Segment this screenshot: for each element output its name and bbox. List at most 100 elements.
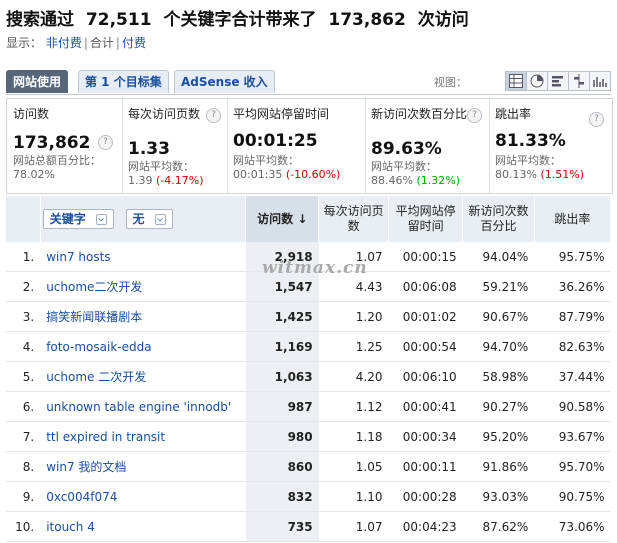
time-value: 00:00:54 bbox=[388, 331, 463, 362]
new-visits-value: 58.98% bbox=[462, 361, 535, 392]
col-pages-per-visit[interactable]: 每次访问页数 bbox=[318, 196, 390, 242]
col-new-visits-pct[interactable]: 新访问次数百分比 bbox=[462, 196, 535, 242]
col-visits[interactable]: 访问数 ↓ bbox=[245, 196, 320, 242]
keyword-link[interactable]: itouch 4 bbox=[46, 520, 95, 534]
row-index: 6. bbox=[6, 391, 41, 422]
summary-label: 平均网站停留时间 bbox=[233, 107, 330, 121]
summary-sub-delta: (1.32%) bbox=[416, 174, 460, 187]
new-visits-value: 94.70% bbox=[462, 331, 535, 362]
help-icon[interactable]: ? bbox=[589, 112, 604, 127]
dimension-label: 关键字 bbox=[49, 212, 86, 226]
new-visits-value: 59.21% bbox=[462, 271, 535, 302]
summary-sub-label: 网站平均数： bbox=[371, 160, 437, 173]
tabs-bar: 网站使用 第 1 个目标集 AdSense 收入 视图： bbox=[6, 68, 611, 95]
visits-value: 1,063 bbox=[245, 361, 319, 392]
help-icon[interactable]: ? bbox=[206, 108, 221, 123]
dimension-dropdown[interactable]: 关键字 ⌵ bbox=[42, 209, 114, 229]
pages-value: 1.20 bbox=[318, 301, 389, 332]
display-filter: 显示： 非付费 | 合计 | 付费 bbox=[6, 36, 146, 50]
display-label: 显示： bbox=[6, 36, 43, 50]
table-row: 3. 搞笑新闻联播剧本 1,425 1.20 00:01:02 90.67% 87.79% bbox=[6, 301, 611, 332]
summary-value: 173,862 bbox=[13, 133, 91, 153]
tab-goal-set-1[interactable]: 第 1 个目标集 bbox=[78, 70, 169, 93]
row-index: 9. bbox=[6, 481, 41, 512]
keyword-link[interactable]: foto-mosaik-edda bbox=[46, 340, 151, 354]
summary-scorecard: 访问数 ? 173,862 网站总额百分比： 78.02% 每次访问页数 ? 1… bbox=[6, 98, 613, 194]
keywords-table: 关键字 ⌵ 无 ⌵ 访问数 ↓ 每次访问页数 平均网站停留时间 新访问次数百分比 跳… bbox=[6, 196, 612, 542]
summary-sub-label: 网站平均数： bbox=[128, 160, 194, 173]
summary-value: 89.63% bbox=[371, 139, 442, 159]
row-index: 3. bbox=[6, 301, 41, 332]
summary-sub-delta: (-10.60%) bbox=[285, 168, 341, 181]
pie-view-icon[interactable] bbox=[526, 71, 548, 91]
bounce-value: 90.58% bbox=[534, 391, 611, 422]
pages-value: 1.07 bbox=[318, 511, 389, 542]
pivot-view-icon[interactable] bbox=[589, 71, 611, 91]
compare-view-icon[interactable] bbox=[568, 71, 590, 91]
time-value: 00:00:11 bbox=[388, 451, 463, 482]
row-index: 8. bbox=[6, 451, 41, 482]
keyword-link[interactable]: 0xc004f074 bbox=[46, 490, 117, 504]
tab-adsense-revenue[interactable]: AdSense 收入 bbox=[174, 70, 275, 93]
time-value: 00:00:34 bbox=[388, 421, 463, 452]
table-row: 6. unknown table engine 'innodb' 987 1.12 00… bbox=[6, 391, 611, 422]
time-value: 00:00:41 bbox=[388, 391, 463, 422]
visits-value: 735 bbox=[245, 511, 319, 542]
chevron-down-icon: ⌵ bbox=[95, 214, 107, 225]
tab-site-usage[interactable]: 网站使用 bbox=[6, 70, 69, 93]
summary-visits: 访问数 ? 173,862 网站总额百分比： 78.02% bbox=[7, 99, 123, 193]
view-switcher bbox=[505, 71, 611, 91]
keyword-link[interactable]: uchome二次开发 bbox=[46, 280, 142, 294]
summary-label: 跳出率 bbox=[495, 107, 532, 121]
table-row: 8. win7 我的文档 860 1.05 00:00:11 91.86% 95.70% bbox=[6, 451, 611, 482]
row-index: 2. bbox=[6, 271, 41, 302]
summary-sub-base: 88.46% bbox=[371, 174, 413, 187]
col-bounce-rate[interactable]: 跳出率 bbox=[534, 196, 612, 242]
new-visits-value: 93.03% bbox=[462, 481, 535, 512]
watermark: witmax.cn bbox=[262, 258, 368, 278]
visits-value: 987 bbox=[245, 391, 319, 422]
new-visits-value: 87.62% bbox=[462, 511, 535, 542]
help-icon[interactable]: ? bbox=[467, 108, 482, 123]
bounce-value: 37.44% bbox=[534, 361, 611, 392]
col-avg-time[interactable]: 平均网站停留时间 bbox=[388, 196, 464, 242]
summary-value: 1.33 bbox=[128, 139, 170, 159]
new-visits-value: 95.20% bbox=[462, 421, 535, 452]
keyword-link[interactable]: win7 hosts bbox=[46, 250, 110, 264]
summary-sub-label: 网站平均数： bbox=[495, 154, 561, 167]
pages-value: 1.12 bbox=[318, 391, 389, 422]
pages-value: 1.05 bbox=[318, 451, 389, 482]
filter-paid-link[interactable]: 付费 bbox=[122, 36, 146, 50]
filter-nonpaid-link[interactable]: 非付费 bbox=[46, 36, 82, 50]
row-index: 10. bbox=[6, 511, 41, 542]
pages-value: 1.10 bbox=[318, 481, 389, 512]
visits-value: 980 bbox=[245, 421, 319, 452]
summary-new-visits-pct: 新访问次数百分比 ? 89.63% 网站平均数： 88.46% (1.32%) bbox=[365, 99, 490, 193]
pages-value: 1.25 bbox=[318, 331, 389, 362]
bounce-value: 93.67% bbox=[534, 421, 611, 452]
time-value: 00:06:08 bbox=[388, 271, 463, 302]
table-view-icon[interactable] bbox=[505, 71, 527, 91]
summary-pages-per-visit: 每次访问页数 ? 1.33 网站平均数： 1.39 (-4.17%) bbox=[122, 99, 228, 193]
keyword-link[interactable]: ttl expired in transit bbox=[46, 430, 165, 444]
keyword-link[interactable]: win7 我的文档 bbox=[46, 460, 126, 474]
secondary-dimension-dropdown[interactable]: 无 ⌵ bbox=[125, 209, 173, 229]
chevron-down-icon: ⌵ bbox=[154, 214, 166, 225]
summary-label: 访问数 bbox=[13, 107, 50, 121]
keyword-link[interactable]: uchome 二次开发 bbox=[46, 370, 146, 384]
bar-view-icon[interactable] bbox=[547, 71, 569, 91]
visits-value: 1,425 bbox=[245, 301, 319, 332]
help-icon[interactable]: ? bbox=[98, 135, 113, 150]
bounce-value: 73.06% bbox=[534, 511, 611, 542]
keyword-link[interactable]: unknown table engine 'innodb' bbox=[46, 400, 231, 414]
table-header-row: 关键字 ⌵ 无 ⌵ 访问数 ↓ 每次访问页数 平均网站停留时间 新访问次数百分比 跳… bbox=[6, 196, 612, 242]
visits-value: 832 bbox=[245, 481, 319, 512]
pages-value: 1.18 bbox=[318, 421, 389, 452]
row-index: 4. bbox=[6, 331, 41, 362]
visits-value: 860 bbox=[245, 451, 319, 482]
summary-sub-base: 80.13% bbox=[495, 168, 537, 181]
secondary-dimension-label: 无 bbox=[132, 212, 145, 226]
title-middle: 个关键字合计带来了 bbox=[163, 10, 317, 30]
visits-value: 1,169 bbox=[245, 331, 319, 362]
keyword-link[interactable]: 搞笑新闻联播剧本 bbox=[46, 310, 142, 324]
